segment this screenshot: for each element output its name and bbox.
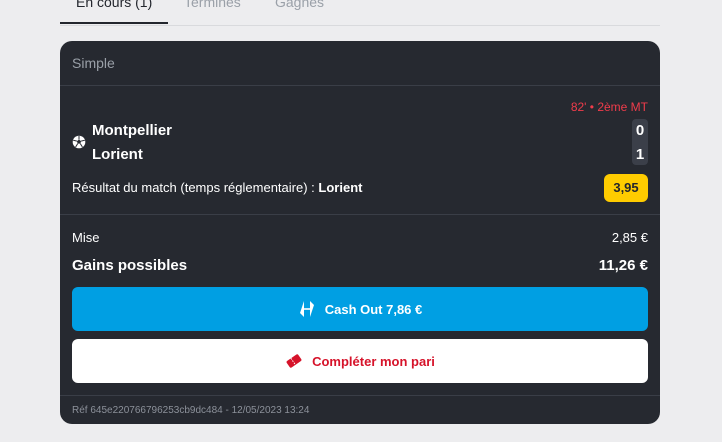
soccer-ball-icon — [72, 135, 86, 149]
cashout-icon — [299, 301, 314, 317]
market-label: Résultat du match (temps réglementaire) … — [72, 180, 315, 195]
home-team-name: Montpellier — [92, 122, 173, 139]
active-tab-indicator — [60, 22, 168, 24]
market-line: Résultat du match (temps réglementaire) … — [72, 180, 362, 195]
market-selection: Lorient — [318, 180, 363, 195]
bet-card-header: Simple — [60, 41, 660, 86]
live-match-status: 82' • 2ème MT — [570, 100, 648, 114]
section-divider — [60, 214, 660, 215]
odds-badge: 3,95 — [604, 174, 648, 202]
cashout-button[interactable]: Cash Out 7,86 € — [72, 287, 648, 331]
complete-bet-button[interactable]: Compléter mon pari — [72, 339, 648, 383]
ticket-icon — [286, 354, 302, 368]
footer-divider — [60, 395, 660, 396]
stake-value: 2,85 € — [611, 230, 648, 245]
complete-bet-label: Compléter mon pari — [312, 353, 435, 369]
home-score: 0 — [635, 122, 645, 139]
potential-gains-value: 11,26 € — [598, 257, 648, 274]
away-score: 1 — [635, 146, 645, 163]
score-box: 0 1 — [632, 119, 648, 165]
cashout-label: Cash Out 7,86 € — [324, 301, 423, 317]
tab-termines[interactable]: Terminés — [184, 0, 241, 10]
away-team-name: Lorient — [92, 146, 143, 163]
bet-status-tabs: En cours (1) Terminés Gagnés — [60, 0, 660, 26]
bet-type-label: Simple — [72, 55, 115, 71]
potential-gains-label: Gains possibles — [72, 257, 188, 274]
tab-en-cours[interactable]: En cours (1) — [76, 0, 152, 10]
tab-gagnes[interactable]: Gagnés — [275, 0, 324, 10]
stake-label: Mise — [72, 230, 100, 245]
bet-reference: Réf 645e220766796253cb9dc484 - 12/05/202… — [72, 405, 310, 416]
bet-card: Simple 82' • 2ème MT Montpellier Lorient… — [60, 41, 660, 424]
